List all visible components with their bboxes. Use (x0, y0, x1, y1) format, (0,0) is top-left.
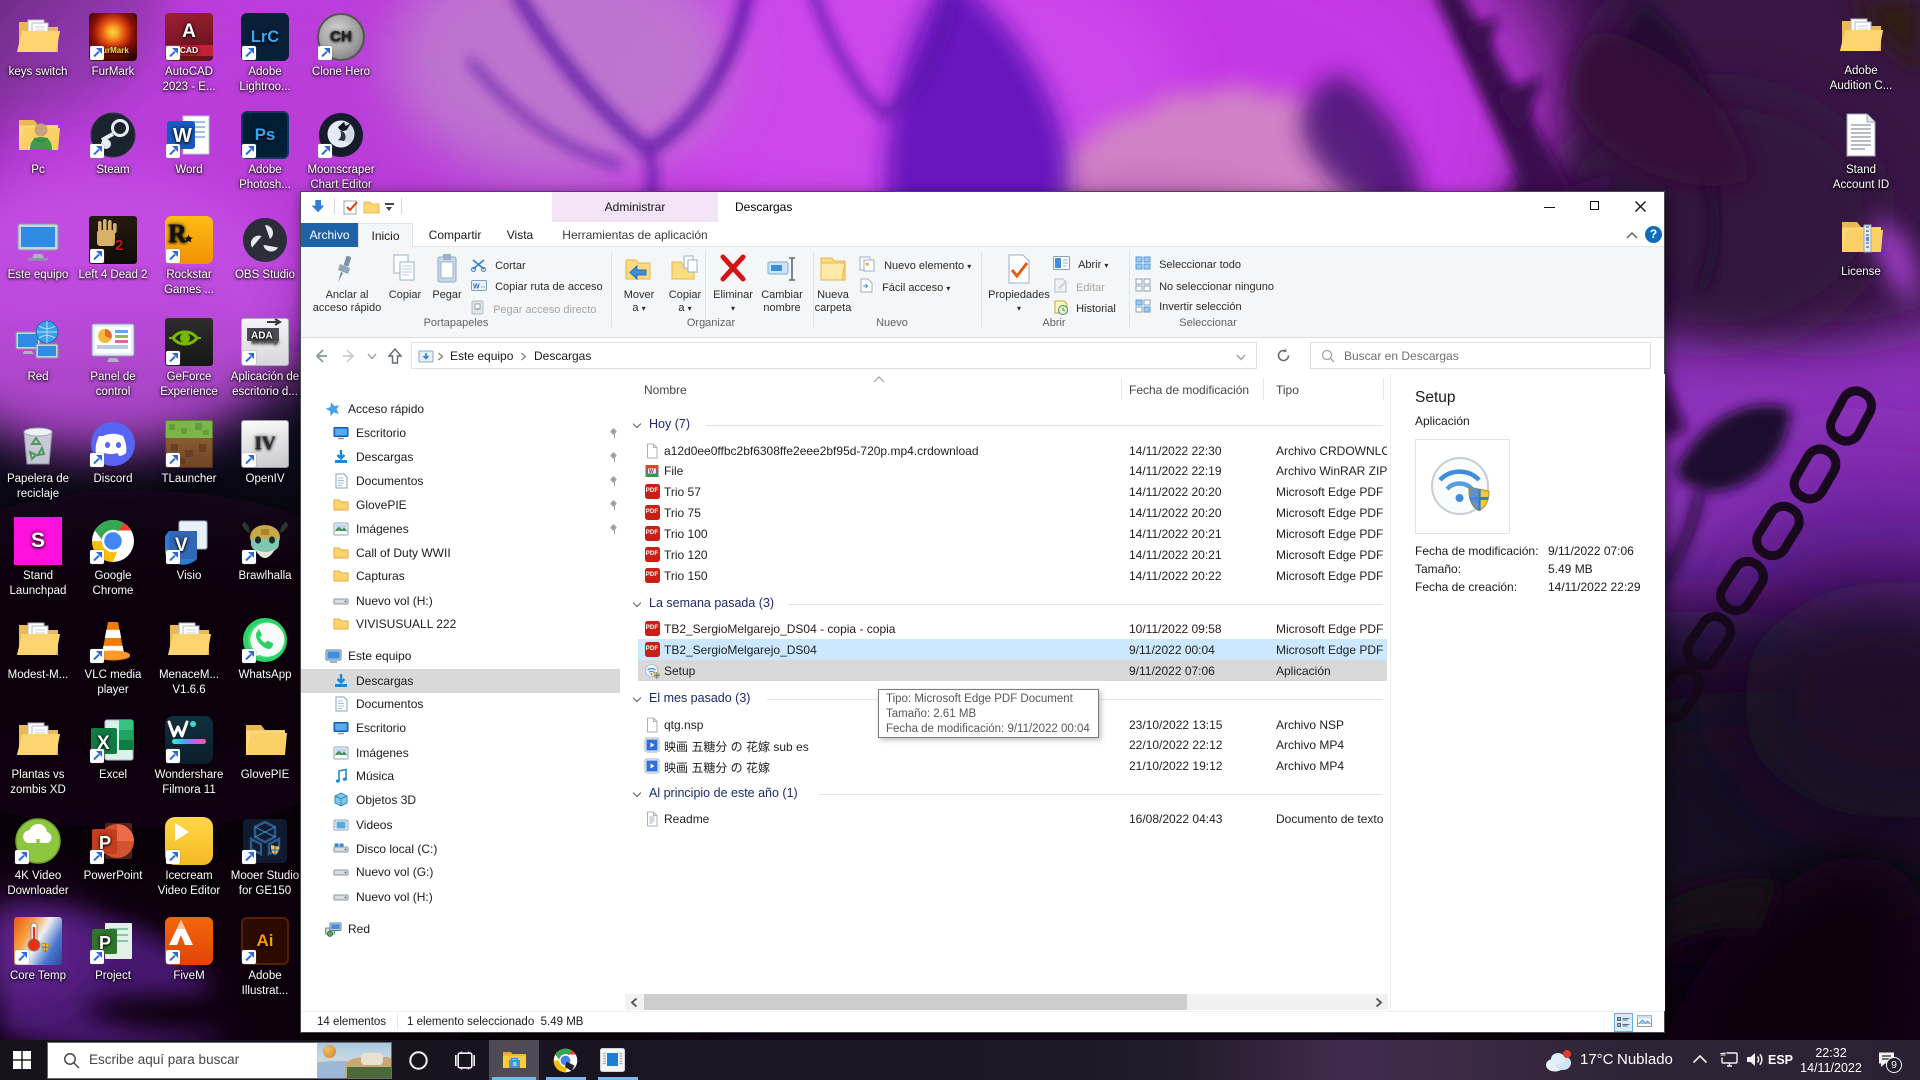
svg-text:2: 2 (115, 237, 123, 254)
svg-text:W: W (473, 284, 480, 291)
svg-text:ADA: ADA (251, 331, 273, 342)
svg-text:R: R (168, 219, 187, 248)
svg-text:W: W (649, 468, 654, 474)
